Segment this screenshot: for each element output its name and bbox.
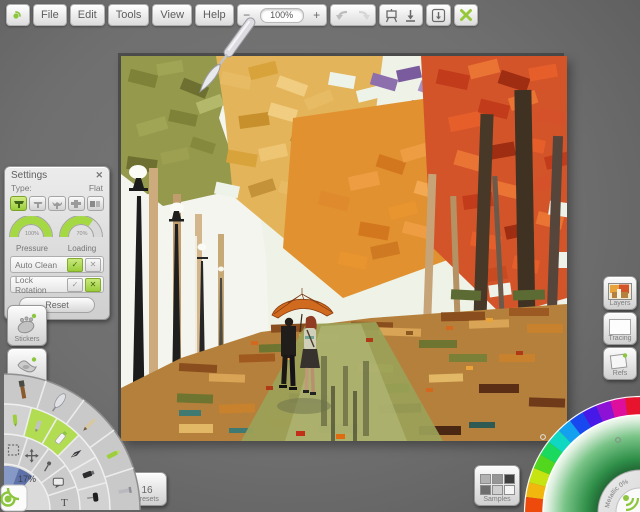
minimize-pod-icon (431, 8, 446, 23)
type-label: Type: (11, 183, 32, 193)
zoom-value-field[interactable]: 100% (260, 8, 304, 23)
refs-button[interactable]: Refs (603, 347, 637, 380)
flat-brush-icon (13, 199, 25, 209)
menu-edit-label: Edit (78, 9, 97, 21)
settings-close-button[interactable]: ✕ (95, 170, 103, 181)
samples-grid-icon (480, 474, 515, 495)
pressure-label: Pressure (9, 244, 55, 253)
lock-rotation-label: Lock Rotation (15, 275, 65, 295)
canvas-painting (121, 56, 567, 441)
settings-title: Settings (11, 170, 47, 181)
close-app-button[interactable] (454, 4, 478, 26)
stickers-icon (14, 312, 40, 336)
undo-redo-group (330, 4, 376, 26)
angled-brush-icon (51, 199, 63, 209)
tracing-icon (609, 319, 631, 335)
brush-type-pattern[interactable] (87, 196, 104, 211)
canvas-pods-group (379, 4, 423, 26)
dock-toolbar-icon[interactable] (403, 8, 418, 23)
text-tool-icon[interactable]: T (61, 497, 68, 509)
app-logo-button[interactable] (6, 4, 30, 26)
layers-label: Layers (609, 300, 630, 307)
zoom-controls: − 100% + (237, 4, 327, 26)
pressure-value: 100% (9, 231, 55, 237)
auto-clean-label: Auto Clean (15, 260, 65, 270)
loading-label: Loading (59, 244, 105, 253)
menu-file[interactable]: File (33, 4, 67, 26)
artrage-logo-icon (11, 8, 25, 22)
pattern-brush-icon (89, 199, 101, 209)
lock-rotation-row: Lock Rotation ✓ ✕ (10, 276, 104, 293)
lock-rotation-on-button[interactable]: ✓ (67, 278, 83, 292)
color-picker-wheel[interactable]: Metallic 0% (518, 390, 640, 512)
menu-tools[interactable]: Tools (108, 4, 150, 26)
stickers-label: Stickers (15, 336, 40, 343)
color-marker-1[interactable] (541, 435, 546, 440)
layers-thumbnail-icon (608, 283, 632, 300)
canvas[interactable] (121, 56, 567, 441)
lock-rotation-off-button[interactable]: ✕ (85, 278, 101, 292)
pressure-gauge[interactable]: 100% Pressure (9, 216, 55, 253)
samples-button[interactable]: Samples (474, 465, 520, 506)
loading-value: 70% (59, 231, 105, 237)
brush-type-thin[interactable] (29, 196, 46, 211)
menu-tools-label: Tools (116, 9, 142, 21)
refs-label: Refs (613, 370, 627, 377)
stickers-button[interactable]: Stickers (7, 305, 47, 346)
auto-clean-row: Auto Clean ✓ ✕ (10, 256, 104, 273)
brush-type-selector (5, 194, 109, 214)
easel-icon[interactable] (384, 8, 399, 23)
brush-type-angled[interactable] (48, 196, 65, 211)
brush-type-flat-selected[interactable] (10, 196, 27, 211)
layers-button[interactable]: Layers (603, 276, 637, 310)
refs-icon (608, 352, 632, 370)
undo-icon[interactable] (335, 8, 351, 22)
zoom-in-button[interactable]: + (312, 8, 322, 22)
type-value: Flat (89, 183, 103, 193)
main-toolbar: File Edit Tools View Help − 100% + (6, 4, 478, 26)
artrage-corner-logo[interactable] (1, 485, 27, 511)
auto-clean-off-button[interactable]: ✕ (85, 258, 101, 272)
brush-type-round[interactable] (68, 196, 85, 211)
round-brush-icon (70, 199, 82, 209)
tool-picker-wheel[interactable]: T 17% (0, 369, 145, 512)
menu-help[interactable]: Help (195, 4, 234, 26)
tracing-button[interactable]: Tracing (603, 312, 637, 345)
close-icon (459, 8, 473, 22)
zoom-out-button[interactable]: − (242, 8, 252, 22)
samples-label: Samples (483, 496, 510, 503)
tracing-label: Tracing (608, 335, 631, 342)
minimize-pod-button[interactable] (426, 4, 451, 26)
settings-panel: Settings ✕ Type: Flat 100% (4, 166, 110, 320)
auto-clean-on-button[interactable]: ✓ (67, 258, 83, 272)
menu-file-label: File (41, 9, 59, 21)
thin-brush-icon (32, 199, 44, 209)
menu-view[interactable]: View (152, 4, 192, 26)
tool-size-value: 17% (18, 474, 36, 484)
menu-edit[interactable]: Edit (70, 4, 105, 26)
redo-icon[interactable] (355, 8, 371, 22)
menu-help-label: Help (203, 9, 226, 21)
menu-view-label: View (160, 9, 184, 21)
loading-gauge[interactable]: 70% Loading (59, 216, 105, 253)
